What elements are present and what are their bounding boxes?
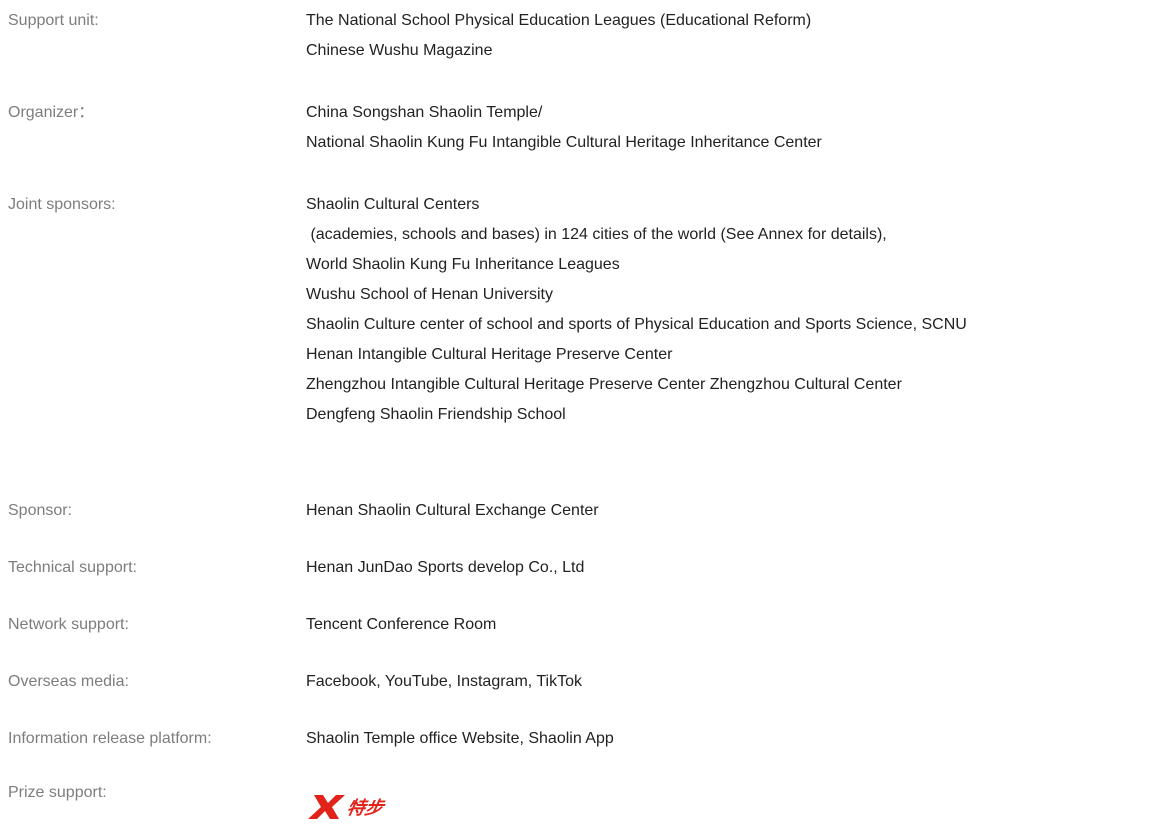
xtep-logo-icon xyxy=(308,795,345,819)
row-information-release-platform: Information release platform: Shaolin Te… xyxy=(8,724,1148,778)
row-technical-support: Technical support: Henan JunDao Sports d… xyxy=(8,553,1148,610)
value-line: Chinese Wushu Magazine xyxy=(306,42,493,59)
value-line: Shaolin Culture center of school and spo… xyxy=(306,316,967,333)
prize-sponsor-logo: 特步 xyxy=(308,784,386,820)
value-line: Facebook, YouTube, Instagram, TikTok xyxy=(306,673,583,690)
value-line: Dengfeng Shaolin Friendship School xyxy=(306,406,566,423)
label-sponsor: Sponsor: xyxy=(8,502,73,519)
value-line: Henan Intangible Cultural Heritage Prese… xyxy=(306,346,673,363)
label-information-release-platform: Information release platform: xyxy=(8,730,212,747)
values-technical-support: Henan JunDao Sports develop Co., Ltd xyxy=(306,553,1148,583)
value-line: Tencent Conference Room xyxy=(306,616,497,633)
info-list: Support unit: The National School Physic… xyxy=(8,6,1148,819)
values-sponsor: Henan Shaolin Cultural Exchange Center xyxy=(306,496,1148,526)
row-organizer: Organizer： China Songshan Shaolin Temple… xyxy=(8,98,1148,190)
values-network-support: Tencent Conference Room xyxy=(306,610,1148,640)
value-line: National Shaolin Kung Fu Intangible Cult… xyxy=(306,134,822,151)
label-organizer: Organizer： xyxy=(8,104,95,121)
label-technical-support: Technical support: xyxy=(8,559,137,576)
values-joint-sponsors: Shaolin Cultural Centers (academies, sch… xyxy=(306,190,1148,430)
label-joint-sponsors: Joint sponsors: xyxy=(8,196,116,213)
label-network-support: Network support: xyxy=(8,616,129,633)
row-prize-support: Prize support: 特步 xyxy=(8,778,1148,819)
values-support-unit: The National School Physical Education L… xyxy=(306,6,1148,66)
value-line: Shaolin Cultural Centers xyxy=(306,196,480,213)
prize-logo-text: 特步 xyxy=(344,798,386,819)
value-line: Henan Shaolin Cultural Exchange Center xyxy=(306,502,599,519)
row-network-support: Network support: Tencent Conference Room xyxy=(8,610,1148,667)
values-information-release-platform: Shaolin Temple office Website, Shaolin A… xyxy=(306,724,1148,754)
row-joint-sponsors: Joint sponsors: Shaolin Cultural Centers… xyxy=(8,190,1148,496)
value-line: (academies, schools and bases) in 124 ci… xyxy=(306,226,887,243)
label-overseas-media: Overseas media: xyxy=(8,673,129,690)
value-line: China Songshan Shaolin Temple/ xyxy=(306,104,543,121)
label-prize-support: Prize support: xyxy=(8,784,107,801)
value-line: Henan JunDao Sports develop Co., Ltd xyxy=(306,559,585,576)
value-line: Wushu School of Henan University xyxy=(306,286,553,303)
label-support-unit: Support unit: xyxy=(8,12,99,29)
row-support-unit: Support unit: The National School Physic… xyxy=(8,6,1148,98)
values-prize-support: 特步 xyxy=(306,778,1148,831)
value-line: Shaolin Temple office Website, Shaolin A… xyxy=(306,730,614,747)
row-sponsor: Sponsor: Henan Shaolin Cultural Exchange… xyxy=(8,496,1148,553)
row-overseas-media: Overseas media: Facebook, YouTube, Insta… xyxy=(8,667,1148,724)
value-line: The National School Physical Education L… xyxy=(306,12,812,29)
values-organizer: China Songshan Shaolin Temple/ National … xyxy=(306,98,1148,158)
value-line: Zhengzhou Intangible Cultural Heritage P… xyxy=(306,376,902,393)
values-overseas-media: Facebook, YouTube, Instagram, TikTok xyxy=(306,667,1148,697)
value-line: World Shaolin Kung Fu Inheritance League… xyxy=(306,256,620,273)
